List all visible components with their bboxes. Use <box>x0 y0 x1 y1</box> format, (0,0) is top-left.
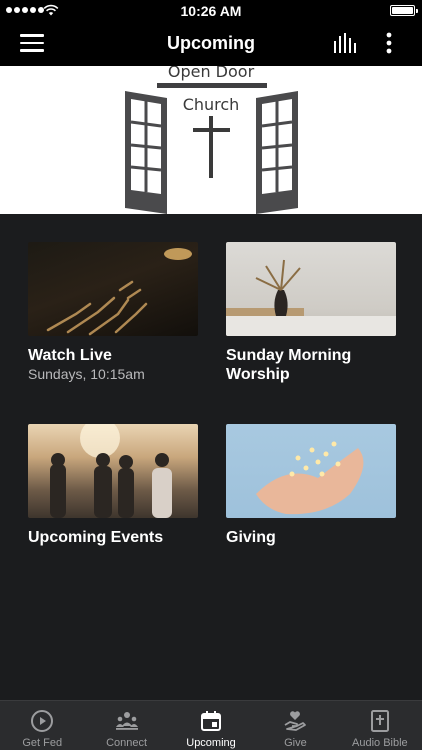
giving-image <box>226 424 396 518</box>
top-bar: 10:26 AM Upcoming <box>0 0 422 66</box>
logo-text-church: Church <box>182 95 240 114</box>
navigation-bar: Upcoming <box>0 22 422 66</box>
tile-label: Giving <box>226 529 276 546</box>
tile-giving[interactable]: Giving <box>226 424 396 547</box>
battery-icon <box>390 5 418 16</box>
tab-label: Give <box>284 737 307 749</box>
status-bar: 10:26 AM <box>0 0 422 22</box>
play-circle-icon <box>31 710 54 732</box>
tab-upcoming[interactable]: Upcoming <box>169 701 253 750</box>
tile-sunday-morning-worship[interactable]: Sunday Morning Worship <box>226 242 396 384</box>
tile-label: Sunday Morning Worship <box>226 347 352 383</box>
tab-connect[interactable]: Connect <box>84 701 168 750</box>
tab-get-fed[interactable]: Get Fed <box>0 701 84 750</box>
tile-label: Watch Live <box>28 347 112 364</box>
tile-label: Upcoming Events <box>28 529 164 546</box>
audio-icon[interactable] <box>333 33 357 53</box>
logo-text-open-door: Open Door <box>167 66 255 81</box>
heart-hand-icon <box>284 711 307 731</box>
tab-label: Connect <box>106 737 148 749</box>
tile-watch-live[interactable]: Watch Live Sundays, 10:15am <box>28 242 198 382</box>
more-options-icon[interactable] <box>382 31 396 55</box>
tab-label: Get Fed <box>22 737 63 749</box>
church-logo-banner: Open Door Church <box>0 66 422 214</box>
bible-icon <box>370 710 389 732</box>
worship-image <box>226 242 396 336</box>
tile-upcoming-events[interactable]: Upcoming Events <box>28 424 198 547</box>
open-door-logo <box>125 83 298 214</box>
people-icon <box>115 712 138 730</box>
tab-give[interactable]: Give <box>253 701 337 750</box>
tab-label: Audio Bible <box>352 737 408 749</box>
tab-audio-bible[interactable]: Audio Bible <box>338 701 422 750</box>
events-image <box>28 424 198 518</box>
calendar-icon <box>201 711 222 731</box>
tile-subtitle: Sundays, 10:15am <box>28 366 145 382</box>
status-time: 10:26 AM <box>180 3 242 19</box>
tab-label: Upcoming <box>186 737 236 749</box>
watch-live-image <box>28 242 198 336</box>
tab-bar: Get Fed Connect Upcoming Give Audio Bibl… <box>0 700 422 750</box>
page-title: Upcoming <box>167 33 255 53</box>
